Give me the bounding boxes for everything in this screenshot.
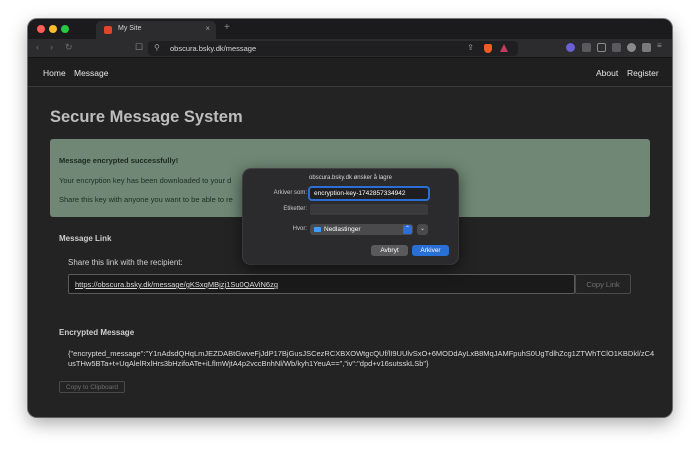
tags-label: Etiketter: [283,206,307,212]
success-line-key-downloaded: Your encryption key has been downloaded … [59,176,232,185]
reload-button[interactable]: ↻ [65,42,73,53]
encrypted-message-content: {"encrypted_message":"Y1nAdsdQHqLmJEZDAB… [68,349,655,368]
page-title: Secure Message System [50,108,243,126]
tab-my-site[interactable]: My Site × [96,21,216,39]
vpn-icon[interactable] [627,43,636,52]
where-select[interactable]: Nedlastinger ⌃ [310,224,413,235]
url-text[interactable]: obscura.bsky.dk/message [170,44,256,53]
folder-icon [314,227,321,232]
close-window-button[interactable] [37,25,45,33]
menu-icon[interactable]: ≡ [657,41,666,50]
select-arrows-icon: ⌃ [403,225,412,234]
extensions-icon[interactable] [582,43,591,52]
message-link-field[interactable]: https://obscura.bsky.dk/message/gKSxqMBj… [68,274,575,294]
dialog-title: obscura.bsky.dk ønsker å lagre [309,175,392,181]
maximize-window-button[interactable] [61,25,69,33]
success-headline: Message encrypted successfully! [59,156,179,165]
sidebar-icon[interactable] [597,43,606,52]
encrypted-message-title: Encrypted Message [59,328,135,337]
brave-shields-icon[interactable] [484,44,492,53]
share-link-label: Share this link with the recipient: [68,258,183,267]
success-line-share-key: Share this key with anyone you want to b… [59,195,233,204]
save-as-input[interactable]: encryption-key-1742857334942 [310,188,428,199]
new-tab-button[interactable]: + [224,22,230,33]
save-file-dialog: obscura.bsky.dk ønsker å lagre Arkiver s… [243,169,458,264]
where-label: Hvor: [292,226,307,232]
tags-input[interactable] [310,204,428,215]
site-favicon-icon [104,26,112,34]
address-bar[interactable]: ⚲ obscura.bsky.dk/message ⇪ [148,41,518,56]
back-button[interactable]: ‹ [36,42,39,52]
forward-button[interactable]: › [50,42,53,52]
brave-rewards-icon[interactable] [500,44,508,52]
wallet-icon[interactable] [612,43,621,52]
browser-toolbar: ‹ › ↻ ☐ ⚲ obscura.bsky.dk/message ⇪ ≡ [28,39,672,58]
cancel-button[interactable]: Avbryt [371,245,408,256]
nav-home-link[interactable]: Home [43,68,66,78]
shield-icon[interactable] [642,43,651,52]
share-icon[interactable]: ⇪ [467,43,474,52]
nav-about-link[interactable]: About [596,68,618,78]
site-settings-icon[interactable]: ⚲ [154,43,160,52]
tab-bar: My Site × + [28,19,672,39]
site-navbar: Home Message About Register [28,59,672,87]
bookmark-icon[interactable]: ☐ [135,42,143,53]
message-link-title: Message Link [59,234,112,243]
expand-dialog-button[interactable]: ⌄ [417,224,428,235]
leo-ai-icon[interactable] [566,43,575,52]
nav-register-link[interactable]: Register [627,68,659,78]
nav-message-link[interactable]: Message [74,68,109,78]
save-button[interactable]: Arkiver [412,245,449,256]
minimize-window-button[interactable] [49,25,57,33]
where-selected-value: Nedlastinger [324,226,361,233]
save-as-label: Arkiver som: [273,190,307,196]
copy-link-button[interactable]: Copy Link [575,274,631,294]
tab-close-icon[interactable]: × [205,24,210,33]
copy-to-clipboard-button[interactable]: Copy to Clipboard [59,381,125,393]
tab-title: My Site [118,25,142,32]
message-link-url[interactable]: https://obscura.bsky.dk/message/gKSxqMBj… [75,280,278,289]
